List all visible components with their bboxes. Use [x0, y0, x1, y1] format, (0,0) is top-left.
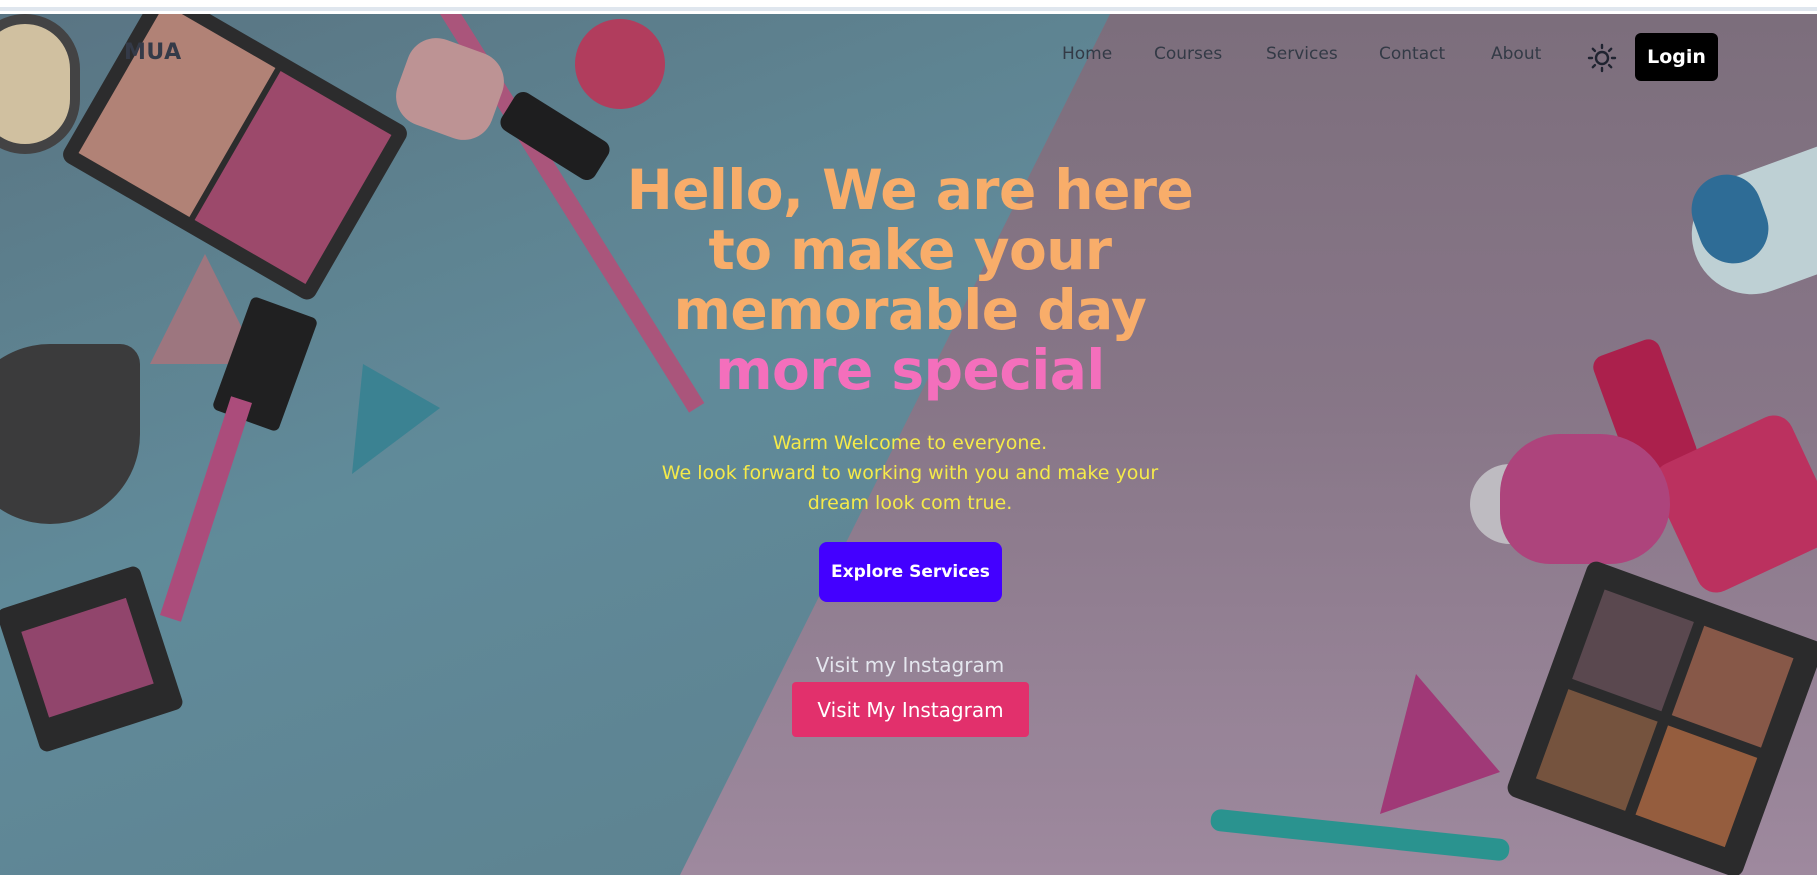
- nav-item-about[interactable]: About: [1491, 44, 1541, 64]
- headline-line-2: to make your: [708, 218, 1112, 282]
- theme-toggle-button[interactable]: [1586, 42, 1618, 74]
- subtext-line-2: We look forward to working with you and …: [661, 462, 1159, 484]
- instagram-caption: Visit my Instagram: [815, 653, 1005, 677]
- visit-instagram-button[interactable]: Visit My Instagram: [792, 682, 1029, 737]
- hero-subtext: Warm Welcome to everyone. We look forwar…: [560, 428, 1260, 518]
- subtext-line-3: dream look com true.: [807, 492, 1013, 514]
- login-button[interactable]: Login: [1635, 33, 1718, 81]
- headline-line-3: memorable day: [673, 278, 1147, 342]
- nav-item-services[interactable]: Services: [1266, 44, 1338, 64]
- nav-item-courses[interactable]: Courses: [1154, 44, 1222, 64]
- hero-headline: Hello, We are here to make your memorabl…: [560, 160, 1260, 400]
- headline-line-1: Hello, We are here: [626, 158, 1194, 222]
- nav-item-home[interactable]: Home: [1062, 44, 1112, 64]
- headline-accent: more special: [715, 338, 1105, 402]
- subtext-line-1: Warm Welcome to everyone.: [772, 432, 1048, 454]
- explore-services-button[interactable]: Explore Services: [819, 542, 1002, 602]
- nav-item-contact[interactable]: Contact: [1379, 44, 1445, 64]
- top-strip: [0, 0, 1817, 14]
- sun-icon: [1587, 43, 1617, 73]
- brand-logo[interactable]: MUA: [124, 40, 182, 65]
- top-divider: [0, 7, 1817, 11]
